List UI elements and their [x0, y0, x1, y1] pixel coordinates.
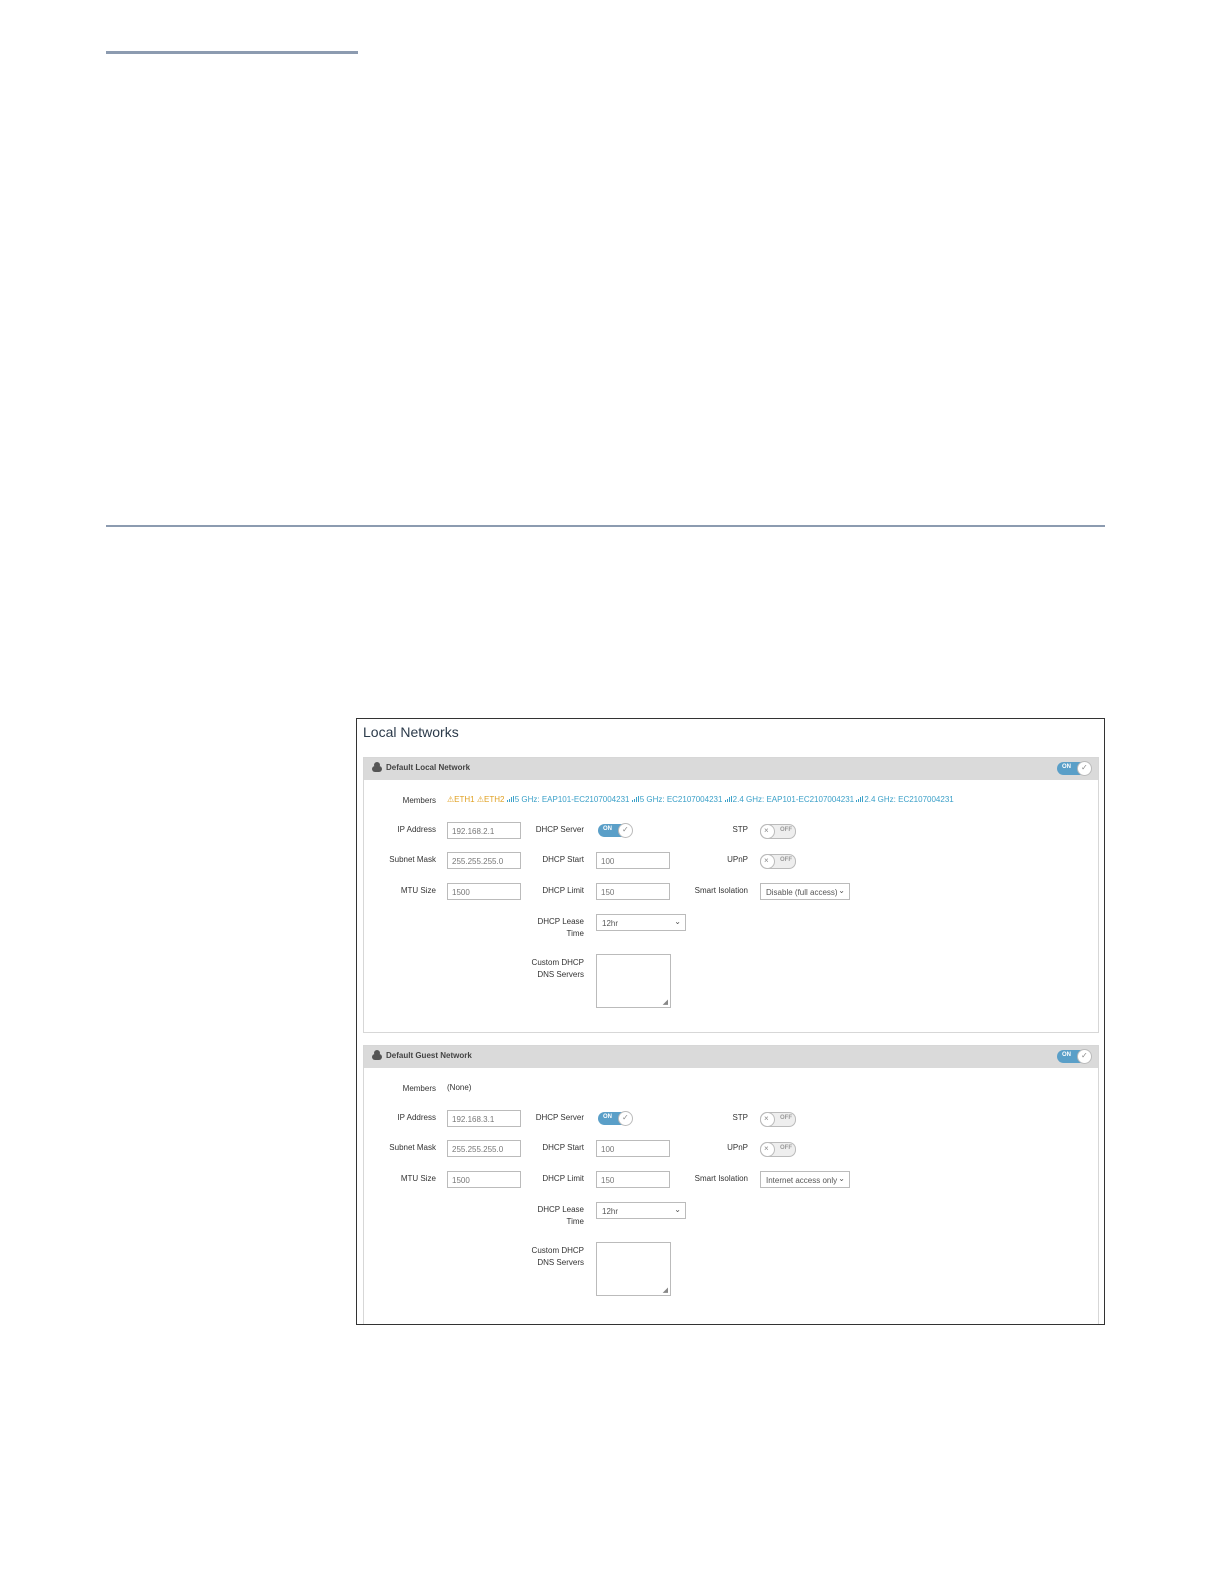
custom-dns-textarea[interactable]: ◢ — [596, 1242, 671, 1296]
chevron-down-icon: ⌄ — [838, 886, 845, 895]
chevron-down-icon: ⌄ — [838, 1174, 845, 1183]
member-wifi-5ghz-eap[interactable]: 5 GHz: EAP101-EC2107004231 — [506, 795, 629, 804]
signal-icon — [856, 796, 864, 802]
dhcp-lease-time-select[interactable]: 12hr ⌄ — [596, 1202, 686, 1219]
members-list: (None) — [447, 1083, 472, 1092]
subnet-mask-input[interactable]: 255.255.255.0 — [447, 852, 521, 869]
upnp-label: UPnP — [727, 1143, 748, 1152]
mtu-size-input[interactable]: 1500 — [447, 883, 521, 900]
mtu-size-label: MTU Size — [400, 1174, 436, 1183]
stp-toggle[interactable]: OFF × — [760, 1112, 796, 1127]
resize-grip-icon[interactable]: ◢ — [663, 1286, 668, 1294]
network-enable-toggle[interactable]: ON ✓ — [1057, 1049, 1092, 1064]
top-rule — [106, 51, 358, 54]
cloud-icon — [372, 762, 382, 772]
dhcp-limit-label: DHCP Limit — [542, 886, 584, 895]
ip-address-input[interactable]: 192.168.2.1 — [447, 822, 521, 839]
subnet-mask-label: Subnet Mask — [389, 1143, 436, 1152]
dhcp-limit-input[interactable]: 150 — [596, 883, 670, 900]
network-enable-toggle[interactable]: ON ✓ — [1057, 761, 1092, 776]
section-rule — [106, 525, 1105, 527]
stp-label: STP — [732, 825, 748, 834]
upnp-toggle[interactable]: OFF × — [760, 854, 796, 869]
dhcp-start-input[interactable]: 100 — [596, 852, 670, 869]
guest-network-panel: Default Guest Network ON ✓ Members (None… — [363, 1045, 1099, 1324]
custom-dns-textarea[interactable]: ◢ — [596, 954, 671, 1008]
ip-address-input[interactable]: 192.168.3.1 — [447, 1110, 521, 1127]
dhcp-start-label: DHCP Start — [542, 1143, 584, 1152]
x-icon: × — [764, 826, 769, 835]
dhcp-server-toggle[interactable]: ON ✓ — [598, 1111, 633, 1126]
mtu-size-label: MTU Size — [400, 886, 436, 895]
stp-toggle[interactable]: OFF × — [760, 824, 796, 839]
ip-address-label: IP Address — [397, 825, 436, 834]
cloud-icon — [372, 1050, 382, 1060]
x-icon: × — [764, 1114, 769, 1123]
member-wifi-24ghz-eap[interactable]: 2.4 GHz: EAP101-EC2107004231 — [724, 795, 854, 804]
dhcp-start-label: DHCP Start — [542, 855, 584, 864]
subnet-mask-input[interactable]: 255.255.255.0 — [447, 1140, 521, 1157]
x-icon: × — [764, 856, 769, 865]
members-label: Members — [402, 796, 436, 805]
dhcp-limit-label: DHCP Limit — [542, 1174, 584, 1183]
dhcp-limit-input[interactable]: 150 — [596, 1171, 670, 1188]
smart-isolation-select[interactable]: Disable (full access) ⌄ — [760, 883, 850, 900]
upnp-toggle[interactable]: OFF × — [760, 1142, 796, 1157]
dhcp-server-toggle[interactable]: ON ✓ — [598, 823, 633, 838]
member-wifi-5ghz[interactable]: 5 GHz: EC2107004231 — [631, 795, 722, 804]
members-list: ⚠ETH1 ⚠ETH2 5 GHz: EAP101-EC2107004231 5… — [447, 795, 954, 804]
check-icon: ✓ — [1081, 1051, 1088, 1060]
smart-isolation-label: Smart Isolation — [694, 1174, 748, 1183]
dhcp-start-input[interactable]: 100 — [596, 1140, 670, 1157]
local-network-panel: Default Local Network ON ✓ Members ⚠ETH1… — [363, 757, 1099, 1033]
local-networks-screenshot: Local Networks Default Local Network ON … — [356, 718, 1105, 1325]
page-title: Local Networks — [363, 724, 459, 740]
check-icon: ✓ — [1081, 763, 1088, 772]
check-icon: ✓ — [622, 1113, 629, 1122]
panel-header[interactable]: Default Guest Network ON ✓ — [364, 1046, 1098, 1068]
members-label: Members — [402, 1084, 436, 1093]
upnp-label: UPnP — [727, 855, 748, 864]
chevron-down-icon: ⌄ — [674, 917, 681, 926]
smart-isolation-label: Smart Isolation — [694, 886, 748, 895]
mtu-size-input[interactable]: 1500 — [447, 1171, 521, 1188]
resize-grip-icon[interactable]: ◢ — [663, 998, 668, 1006]
dhcp-lease-time-select[interactable]: 12hr ⌄ — [596, 914, 686, 931]
subnet-mask-label: Subnet Mask — [389, 855, 436, 864]
signal-icon — [724, 796, 732, 802]
dhcp-server-label: DHCP Server — [535, 825, 584, 834]
member-wifi-24ghz[interactable]: 2.4 GHz: EC2107004231 — [856, 795, 954, 804]
member-eth1[interactable]: ⚠ETH1 — [447, 795, 475, 804]
stp-label: STP — [732, 1113, 748, 1122]
signal-icon — [506, 796, 514, 802]
smart-isolation-select[interactable]: Internet access only ⌄ — [760, 1171, 850, 1188]
warning-icon: ⚠ — [476, 795, 485, 804]
dhcp-server-label: DHCP Server — [535, 1113, 584, 1122]
dhcp-lease-time-label: DHCP Lease Time — [537, 917, 584, 938]
dhcp-lease-time-label: DHCP Lease Time — [537, 1205, 584, 1226]
check-icon: ✓ — [622, 825, 629, 834]
x-icon: × — [764, 1144, 769, 1153]
custom-dns-label: Custom DHCP DNS Servers — [531, 958, 584, 979]
member-eth2[interactable]: ⚠ETH2 — [477, 795, 505, 804]
panel-title: Default Guest Network — [386, 1051, 472, 1060]
panel-header[interactable]: Default Local Network ON ✓ — [364, 758, 1098, 780]
panel-title: Default Local Network — [386, 763, 471, 772]
ip-address-label: IP Address — [397, 1113, 436, 1122]
signal-icon — [631, 796, 639, 802]
custom-dns-label: Custom DHCP DNS Servers — [531, 1246, 584, 1267]
chevron-down-icon: ⌄ — [674, 1205, 681, 1214]
